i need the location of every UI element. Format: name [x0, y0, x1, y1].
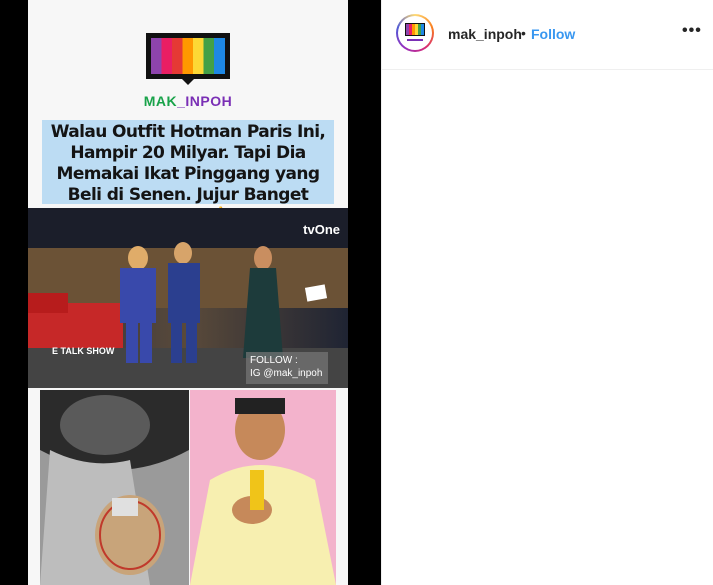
- portrait-photo: [190, 390, 336, 585]
- post-media-area: MAK_INPOH Walau Outfit Hotman Paris Ini,…: [0, 0, 381, 585]
- avatar-image: [398, 16, 432, 50]
- username-link[interactable]: mak_inpoh: [448, 26, 522, 42]
- mak-inpoh-logo-icon: [146, 33, 230, 85]
- follow-button[interactable]: Follow: [531, 26, 575, 42]
- post-sidebar: mak_inpoh • Follow •••: [381, 0, 713, 585]
- portrait-illustration: [190, 390, 336, 585]
- avatar[interactable]: [396, 14, 434, 52]
- tv-show-photo: tvOne E TALK SHOW FOLLOW : IG @mak_inpoh: [28, 208, 348, 388]
- post-header: mak_inpoh • Follow •••: [382, 0, 713, 70]
- logo-wordmark: MAK_INPOH: [143, 93, 233, 109]
- more-options-icon[interactable]: •••: [682, 22, 702, 40]
- show-logo: E TALK SHOW: [52, 346, 115, 356]
- follow-overlay-line2: IG @mak_inpoh: [250, 368, 323, 379]
- post-caption-box: Walau Outfit Hotman Paris Ini, Hampir 20…: [42, 120, 334, 226]
- belt-closeup-photo: [40, 390, 189, 585]
- avatar-logo-icon: [405, 23, 425, 41]
- follow-overlay-line1: FOLLOW :: [250, 355, 298, 366]
- separator-dot: •: [521, 25, 526, 41]
- follow-overlay: FOLLOW : IG @mak_inpoh: [246, 352, 328, 384]
- channel-logo: tvOne: [303, 222, 340, 237]
- belt-illustration: [40, 390, 189, 585]
- post-image[interactable]: MAK_INPOH Walau Outfit Hotman Paris Ini,…: [28, 0, 348, 585]
